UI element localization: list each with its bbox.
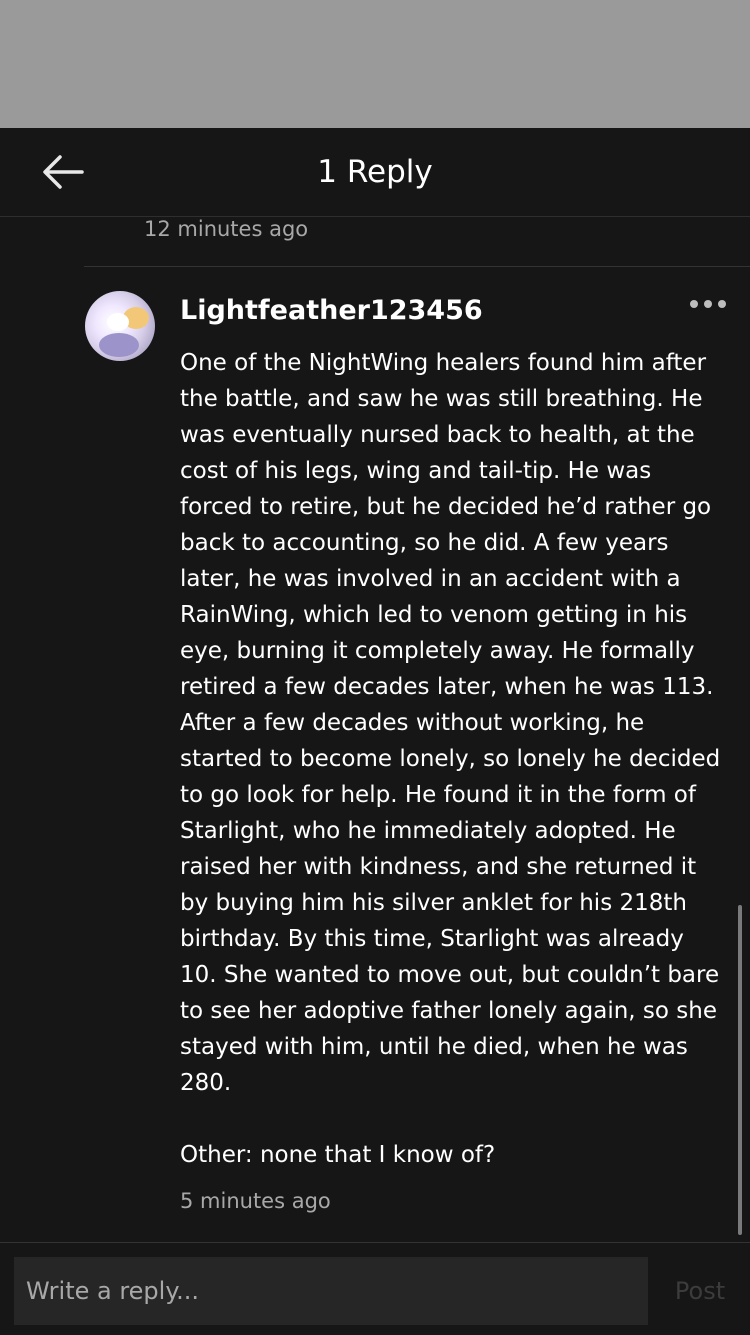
more-horizontal-icon [690, 300, 726, 308]
thread-divider [84, 266, 750, 267]
scrollbar[interactable] [738, 905, 742, 1235]
reply-input[interactable] [14, 1257, 648, 1325]
reply-timestamp: 5 minutes ago [180, 1189, 331, 1213]
parent-comment-timestamp: 12 minutes ago [144, 217, 309, 241]
modal-backdrop[interactable] [0, 0, 750, 128]
reply-thread[interactable]: 12 minutes ago Lightfeather123456 One of… [0, 217, 750, 1242]
page-title: 1 Reply [317, 154, 433, 190]
reply-username[interactable]: Lightfeather123456 [180, 293, 483, 329]
reply-composer: Post [0, 1242, 750, 1335]
replies-header: 1 Reply [0, 128, 750, 217]
post-button[interactable]: Post [660, 1269, 740, 1313]
reply-body: One of the NightWing healers found him a… [180, 350, 721, 1168]
more-options-button[interactable] [684, 295, 732, 313]
avatar[interactable] [85, 291, 155, 361]
